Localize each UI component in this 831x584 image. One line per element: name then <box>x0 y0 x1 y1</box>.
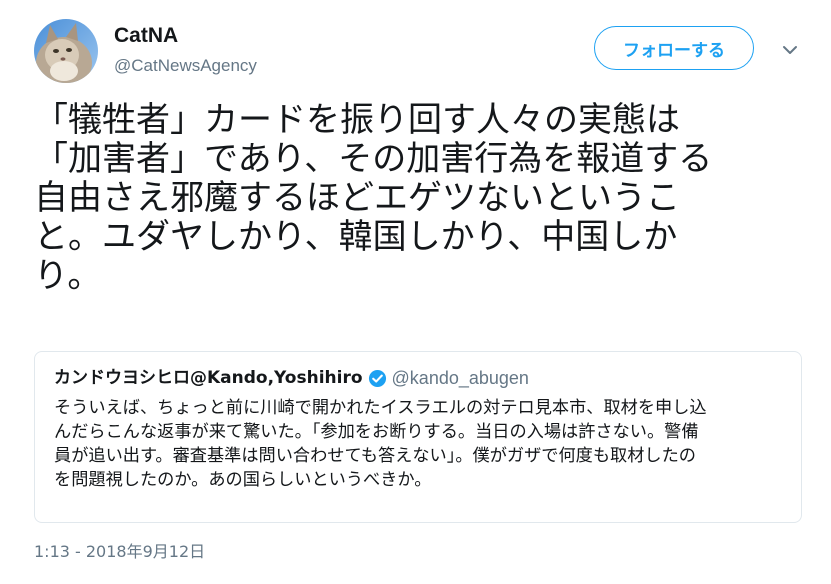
cat-avatar[interactable] <box>34 19 98 83</box>
chevron-down-icon[interactable] <box>780 40 800 60</box>
author-handle[interactable]: @CatNewsAgency <box>114 54 257 78</box>
quoted-tweet-text: そういえば、ちょっと前に川崎で開かれたイスラエルの対テロ見本市、取材を申し込 ん… <box>54 398 707 490</box>
quoted-author-handle: @kando_abugen <box>391 368 529 388</box>
quoted-tweet[interactable]: カンドウヨシヒロ@Kando,Yoshihiro @kando_abugen そ… <box>34 351 802 523</box>
follow-button[interactable]: フォローする <box>594 26 754 70</box>
tweet-timestamp[interactable]: 1:13 - 2018年9月12日 <box>34 541 205 563</box>
quoted-author-name: カンドウヨシヒロ@Kando,Yoshihiro <box>54 368 363 388</box>
quoted-tweet-header: カンドウヨシヒロ@Kando,Yoshihiro @kando_abugen <box>54 366 529 390</box>
verified-badge-icon <box>368 369 386 387</box>
tweet-text: 「犠牲者」カードを振り回す人々の実態は 「加害者」であり、その加害行為を報道する… <box>34 100 713 296</box>
author-display-name[interactable]: CatNA <box>114 22 178 50</box>
